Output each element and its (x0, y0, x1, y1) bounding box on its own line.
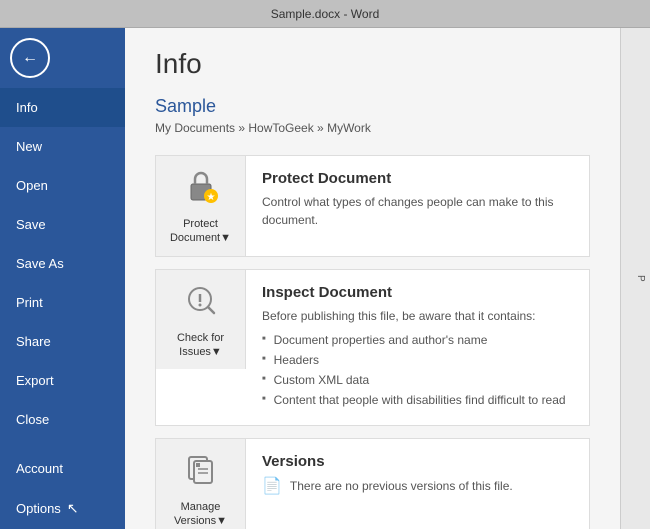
manage-versions-button[interactable]: ManageVersions▼ (156, 439, 246, 529)
cursor-icon: ↖ (67, 500, 79, 517)
sidebar-item-share[interactable]: Share (0, 322, 125, 361)
bullet-item-2: Headers (262, 351, 573, 369)
check-for-issues-button[interactable]: Check forIssues▼ (156, 270, 246, 370)
versions-section: ManageVersions▼ Versions 📄 There are no … (155, 438, 590, 529)
title-text: Sample.docx - Word (271, 7, 380, 21)
protect-section-text: Protect Document Control what types of c… (246, 156, 589, 243)
right-panel: P S W T T R R L L (620, 28, 650, 529)
versions-heading: Versions (262, 453, 573, 470)
inspect-section-text: Inspect Document Before publishing this … (246, 270, 589, 425)
bullet-item-4: Content that people with disabilities fi… (262, 391, 573, 409)
svg-text:★: ★ (206, 192, 215, 203)
protect-document-button[interactable]: ★ ProtectDocument▼ (156, 156, 246, 256)
versions-section-text: Versions 📄 There are no previous version… (246, 439, 589, 510)
sidebar: ← Info New Open Save Save As Print Share… (0, 28, 125, 529)
protect-desc: Control what types of changes people can… (262, 193, 573, 229)
sidebar-bottom: Account Options ↖ (0, 449, 125, 529)
inspect-bullet-list: Document properties and author's name He… (262, 331, 573, 409)
title-bar: Sample.docx - Word (0, 0, 650, 28)
sidebar-item-open[interactable]: Open (0, 166, 125, 205)
main-container: ← Info New Open Save Save As Print Share… (0, 28, 650, 529)
bullet-item-3: Custom XML data (262, 371, 573, 389)
versions-calendar-icon: 📄 (262, 476, 282, 496)
document-name: Sample (155, 96, 590, 117)
page-title: Info (155, 48, 590, 80)
sidebar-item-new[interactable]: New (0, 127, 125, 166)
protect-icon-label: ProtectDocument▼ (170, 217, 231, 246)
sidebar-item-account[interactable]: Account (0, 449, 125, 488)
bullet-item-1: Document properties and author's name (262, 331, 573, 349)
content-area: Info Sample My Documents » HowToGeek » M… (125, 28, 620, 529)
protect-document-section: ★ ProtectDocument▼ Protect Document Cont… (155, 155, 590, 257)
sidebar-item-print[interactable]: Print (0, 283, 125, 322)
sidebar-item-options[interactable]: Options ↖ (0, 488, 125, 529)
lock-icon: ★ (181, 166, 221, 211)
check-issues-icon-label: Check forIssues▼ (177, 331, 224, 360)
inspect-heading: Inspect Document (262, 284, 573, 301)
sidebar-item-save[interactable]: Save (0, 205, 125, 244)
sidebar-nav: Info New Open Save Save As Print Share E… (0, 88, 125, 529)
breadcrumb: My Documents » HowToGeek » MyWork (155, 121, 590, 135)
options-label: Options (16, 501, 61, 516)
protect-heading: Protect Document (262, 170, 573, 187)
inspect-icon (181, 280, 221, 325)
inspect-desc: Before publishing this file, be aware th… (262, 307, 573, 325)
inspect-document-section: Check forIssues▼ Inspect Document Before… (155, 269, 590, 426)
versions-desc: There are no previous versions of this f… (290, 477, 513, 495)
back-arrow-icon: ← (22, 49, 38, 67)
sidebar-item-save-as[interactable]: Save As (0, 244, 125, 283)
sidebar-item-info[interactable]: Info (0, 88, 125, 127)
sidebar-item-export[interactable]: Export (0, 361, 125, 400)
sidebar-item-close[interactable]: Close (0, 400, 125, 439)
versions-icon (181, 449, 221, 494)
sidebar-spacer (0, 439, 125, 449)
versions-icon-label: ManageVersions▼ (174, 500, 227, 529)
back-button[interactable]: ← (10, 38, 50, 78)
